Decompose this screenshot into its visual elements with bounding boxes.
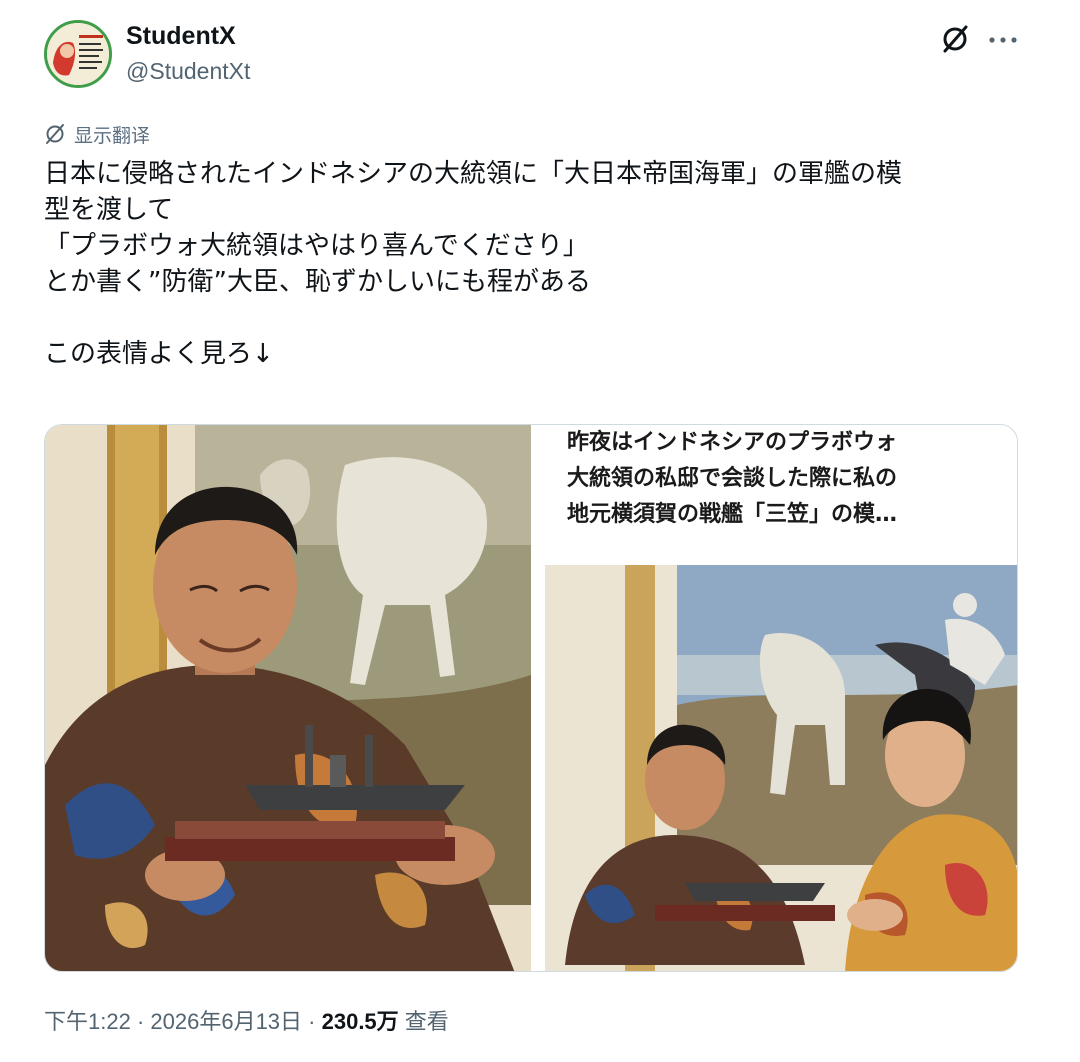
grok-icon[interactable] [940,24,970,54]
photo-right[interactable]: 昨夜はインドネシアのプラボウォ 大統領の私邸で会談した際に私の 地元横須賀の戦艦… [545,425,1017,971]
post-date[interactable]: 2026年6月13日 [150,1009,302,1034]
meta-separator: · [130,1009,151,1034]
translate-icon [46,124,64,144]
view-count-label: 查看 [398,1009,449,1034]
tweet-line: この表情よく見ろ↓ [44,339,274,369]
author-handle[interactable]: @StudentXt [126,58,250,85]
tweet-line: とか書く”防衛”大臣、恥ずかしいにも程がある [44,267,591,297]
tweet-text: 日本に侵略されたインドネシアの大統領に「大日本帝国海軍」の軍艦の模 型を渡して … [44,156,1034,372]
photo-caption: 昨夜はインドネシアのプラボウォ 大統領の私邸で会談した際に私の 地元横須賀の戦艦… [567,425,1017,533]
avatar-image [47,23,109,85]
photo-right-image [545,565,1017,971]
tweet-line: 「プラボウォ大統領はやはり喜んでくださり」 [44,231,589,261]
caption-line: 大統領の私邸で会談した際に私の [567,466,898,491]
tweet-line: 日本に侵略されたインドネシアの大統領に「大日本帝国海軍」の軍艦の模 [44,159,903,189]
meta-separator: · [302,1009,322,1034]
media-divider [531,425,545,971]
post-time[interactable]: 下午1:22 [44,1009,131,1034]
caption-line: 地元横須賀の戦艦「三笠」の模… [567,502,898,527]
media-grid: 昨夜はインドネシアのプラボウォ 大統領の私邸で会談した際に私の 地元横須賀の戦艦… [44,424,1018,972]
photo-left[interactable] [45,425,531,972]
show-translation-link[interactable]: 显示翻译 [44,120,150,148]
view-count: 230.5万 [321,1009,399,1034]
tweet-post: StudentX @StudentXt 显示翻译 日本に侵略されたインドネシアの… [0,0,1080,1062]
caption-line: 昨夜はインドネシアのプラボウォ [567,430,898,455]
show-translation-label: 显示翻译 [74,125,151,147]
more-icon[interactable] [988,36,1018,44]
avatar[interactable] [44,20,112,88]
tweet-line: 型を渡して [44,195,174,225]
author-name[interactable]: StudentX [126,22,236,51]
tweet-meta: 下午1:22 · 2026年6月13日 · 230.5万 查看 [44,1004,449,1036]
